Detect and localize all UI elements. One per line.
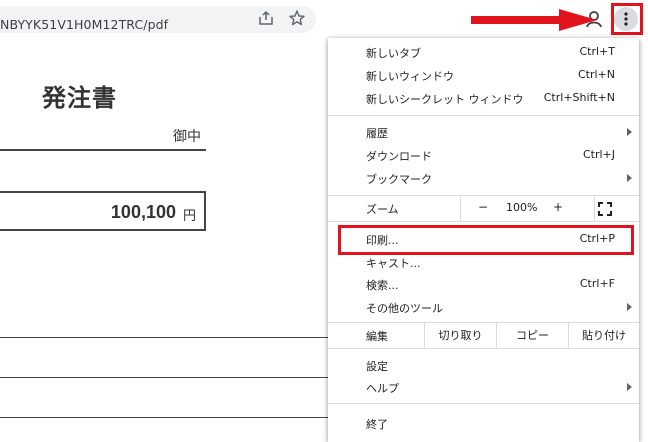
menu-separator	[328, 221, 639, 222]
share-icon[interactable]	[257, 9, 275, 27]
paste-button[interactable]: 貼り付け	[568, 323, 639, 348]
menu-item-shortcut: Ctrl+Shift+N	[543, 91, 615, 104]
menu-item-cast[interactable]: キャスト...	[328, 251, 639, 274]
menu-item-label: 検索...	[366, 279, 399, 292]
menu-separator	[328, 348, 639, 349]
menu-zoom-row: ズーム − 100% +	[328, 196, 639, 221]
menu-item-find[interactable]: 検索... Ctrl+F	[328, 273, 639, 296]
bookmark-star-icon[interactable]	[288, 9, 306, 27]
zoom-out-button[interactable]: −	[478, 200, 488, 214]
menu-item-shortcut: Ctrl+J	[582, 148, 615, 161]
menu-item-label: その他のツール	[366, 302, 443, 315]
menu-item-more-tools[interactable]: その他のツール	[328, 296, 639, 319]
menu-item-label: キャスト...	[366, 257, 421, 270]
submenu-arrow-icon	[627, 128, 632, 136]
menu-item-label: 新しいシークレット ウィンドウ	[366, 93, 524, 106]
menu-item-label: 履歴	[366, 127, 388, 140]
table-rule	[0, 417, 330, 418]
table-rule	[0, 377, 330, 378]
copy-button[interactable]: コピー	[496, 323, 568, 348]
table-rule	[0, 337, 330, 338]
submenu-arrow-icon	[627, 174, 632, 182]
menu-item-label: ダウンロード	[366, 150, 432, 163]
url-text[interactable]: NBYYK51V1H0M12TRC/pdf	[0, 17, 168, 32]
menu-item-label: 編集	[366, 330, 388, 343]
document-title: 発注書	[42, 84, 117, 112]
recipient-suffix: 御中	[173, 129, 201, 145]
fullscreen-icon[interactable]	[598, 202, 612, 216]
menu-item-new-tab[interactable]: 新しいタブ Ctrl+T	[328, 41, 639, 64]
menu-item-exit[interactable]: 終了	[328, 412, 639, 435]
chrome-main-menu: 新しいタブ Ctrl+T 新しいウィンドウ Ctrl+N 新しいシークレット ウ…	[328, 38, 639, 442]
menu-item-help[interactable]: ヘルプ	[328, 376, 639, 399]
menu-item-bookmarks[interactable]: ブックマーク	[328, 167, 639, 190]
zoom-level: 100%	[506, 201, 538, 214]
amount-unit: 円	[182, 209, 196, 224]
amount-box: 100,100 円	[0, 191, 206, 231]
red-arrow-annotation	[471, 9, 597, 31]
menu-separator	[328, 115, 639, 116]
submenu-arrow-icon	[627, 303, 632, 311]
menu-item-downloads[interactable]: ダウンロード Ctrl+J	[328, 144, 639, 167]
menu-button-highlight	[611, 3, 643, 35]
menu-item-label: 終了	[366, 418, 388, 431]
menu-item-shortcut: Ctrl+N	[577, 68, 615, 81]
menu-item-label: ブックマーク	[366, 173, 432, 186]
menu-item-label: 新しいタブ	[366, 47, 421, 60]
menu-item-shortcut: Ctrl+T	[579, 45, 615, 58]
menu-item-label: 新しいウィンドウ	[366, 70, 454, 83]
menu-item-label: ヘルプ	[366, 382, 399, 395]
menu-item-history[interactable]: 履歴	[328, 121, 639, 144]
menu-item-shortcut: Ctrl+F	[579, 277, 615, 290]
menu-edit-row: 編集 切り取り コピー 貼り付け	[328, 323, 639, 348]
menu-item-incognito[interactable]: 新しいシークレット ウィンドウ Ctrl+Shift+N	[328, 87, 639, 110]
menu-item-settings[interactable]: 設定	[328, 354, 639, 377]
menu-item-label: 設定	[366, 360, 388, 373]
browser-toolbar: NBYYK51V1H0M12TRC/pdf	[0, 0, 648, 38]
menu-separator	[328, 403, 639, 404]
submenu-arrow-icon	[627, 383, 632, 391]
menu-item-label: ズーム	[366, 203, 399, 216]
recipient-underline	[0, 149, 206, 151]
menu-item-new-window[interactable]: 新しいウィンドウ Ctrl+N	[328, 64, 639, 87]
zoom-in-button[interactable]: +	[553, 200, 563, 214]
cut-button[interactable]: 切り取り	[424, 323, 496, 348]
amount-value: 100,100	[110, 202, 176, 222]
